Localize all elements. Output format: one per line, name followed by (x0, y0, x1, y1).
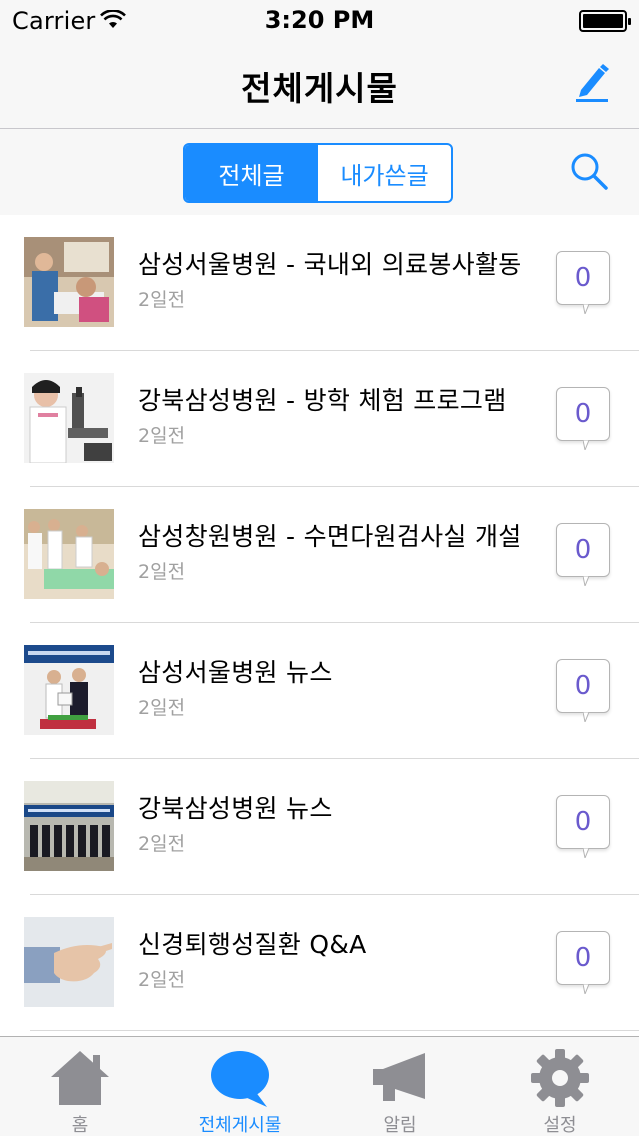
bubble-tail-icon (583, 440, 589, 450)
post-title: 삼성창원병원 - 수면다원검사실 개설 (138, 522, 522, 551)
post-title: 신경퇴행성질환 Q&A (138, 930, 367, 959)
comment-count-badge: 0 (556, 659, 610, 722)
post-time: 2일전 (138, 969, 186, 991)
tab-bar: 홈 전체게시물 알림 설정 (0, 1036, 639, 1136)
megaphone-icon (373, 1053, 425, 1101)
post-list: 삼성서울병원 - 국내외 의료봉사활동 2일전 0 강북삼성병원 - 방학 체험… (0, 215, 639, 1036)
tab-label: 홈 (71, 1115, 89, 1136)
gear-icon (531, 1049, 589, 1107)
post-thumbnail (24, 237, 114, 327)
post-time: 2일전 (138, 425, 186, 447)
segmented-control: 전체글 내가쓴글 (183, 143, 453, 203)
list-item[interactable]: 강북삼성병원 뉴스 2일전 0 (0, 759, 639, 895)
list-item[interactable]: 삼성서울병원 뉴스 2일전 0 (0, 623, 639, 759)
tab-label: 전체게시물 (198, 1115, 282, 1136)
tab-home[interactable]: 홈 (0, 1037, 160, 1136)
bubble-tail-icon (583, 984, 589, 994)
page-title: 전체게시물 (241, 69, 398, 108)
comment-count: 0 (574, 671, 592, 701)
filter-toolbar: 전체글 내가쓴글 (0, 130, 639, 215)
segment-all-posts[interactable]: 전체글 (185, 145, 318, 201)
post-title: 삼성서울병원 뉴스 (138, 658, 333, 687)
comment-count: 0 (574, 943, 592, 973)
comment-count: 0 (574, 263, 592, 293)
comment-count-badge: 0 (556, 795, 610, 858)
post-thumbnail (24, 917, 114, 1007)
comment-count: 0 (574, 807, 592, 837)
post-title: 삼성서울병원 - 국내외 의료봉사활동 (138, 250, 522, 279)
comment-count-badge: 0 (556, 387, 610, 450)
post-time: 2일전 (138, 697, 186, 719)
home-icon (51, 1051, 109, 1105)
list-item[interactable]: 신경퇴행성질환 Q&A 2일전 0 (0, 895, 639, 1031)
bubble-tail-icon (583, 576, 589, 586)
navigation-bar: 전체게시물 (0, 40, 639, 129)
post-thumbnail (24, 645, 114, 735)
list-item[interactable]: 삼성창원병원 - 수면다원검사실 개설 2일전 0 (0, 487, 639, 623)
battery-icon (579, 10, 631, 32)
clock: 3:20 PM (264, 6, 375, 34)
segment-my-posts[interactable]: 내가쓴글 (318, 145, 451, 201)
list-item[interactable]: 삼성서울병원 - 국내외 의료봉사활동 2일전 0 (0, 215, 639, 351)
bubble-tail-icon (583, 848, 589, 858)
comment-count: 0 (574, 535, 592, 565)
search-icon[interactable] (568, 150, 610, 192)
post-time: 2일전 (138, 833, 186, 855)
tab-notices[interactable]: 알림 (320, 1037, 480, 1136)
post-thumbnail (24, 509, 114, 599)
bubble-tail-icon (583, 712, 589, 722)
post-title: 강북삼성병원 뉴스 (138, 794, 333, 823)
post-thumbnail (24, 781, 114, 871)
bubble-tail-icon (583, 304, 589, 314)
list-item[interactable]: 강북삼성병원 - 방학 체험 프로그램 2일전 0 (0, 351, 639, 487)
tab-label: 알림 (383, 1115, 417, 1136)
chat-bubble-icon (211, 1051, 269, 1107)
post-title: 강북삼성병원 - 방학 체험 프로그램 (138, 386, 507, 415)
post-time: 2일전 (138, 289, 186, 311)
comment-count-badge: 0 (556, 251, 610, 314)
tab-settings[interactable]: 설정 (480, 1037, 639, 1136)
tab-all-posts[interactable]: 전체게시물 (160, 1037, 320, 1136)
post-time: 2일전 (138, 561, 186, 583)
compose-icon[interactable] (572, 62, 612, 104)
comment-count-badge: 0 (556, 931, 610, 994)
tab-label: 설정 (543, 1115, 577, 1136)
post-thumbnail (24, 373, 114, 463)
comment-count-badge: 0 (556, 523, 610, 586)
status-bar: Carrier 3:20 PM (0, 0, 639, 40)
comment-count: 0 (574, 399, 592, 429)
